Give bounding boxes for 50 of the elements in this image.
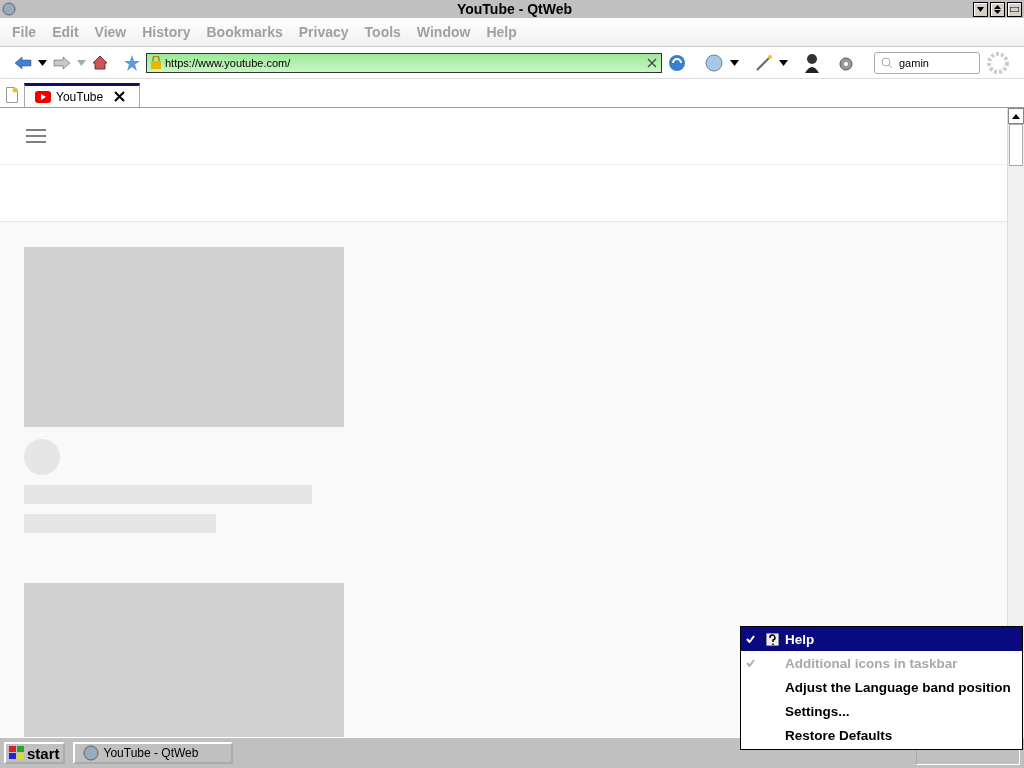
menu-item[interactable]: Privacy	[290, 24, 357, 40]
minimize-button[interactable]	[973, 1, 988, 17]
restore-button[interactable]	[990, 1, 1005, 17]
scroll-up-button[interactable]	[1008, 108, 1024, 124]
menu-item[interactable]: File	[4, 24, 45, 40]
start-button[interactable]: start	[4, 742, 65, 764]
loading-spinner-icon	[986, 50, 1010, 75]
down-triangle-icon	[977, 6, 984, 12]
new-tab-icon[interactable]	[6, 87, 18, 103]
menu-item[interactable]: Restore Defaults	[741, 723, 1022, 747]
dropdown-caret-icon[interactable]	[38, 59, 47, 66]
menu-item[interactable]: Bookmarks	[198, 24, 291, 40]
menu-icon[interactable]	[26, 129, 46, 143]
globe-icon[interactable]	[704, 53, 724, 72]
home-icon[interactable]	[92, 55, 108, 70]
window-title: YouTube - QtWeb	[455, 1, 574, 17]
dropdown-caret-icon[interactable]	[779, 59, 788, 66]
menu-item[interactable]: Help	[478, 24, 525, 40]
menu-item[interactable]: Tools	[356, 24, 409, 40]
taskbar-button[interactable]: YouTube - QtWeb	[72, 742, 233, 764]
magic-wand-icon[interactable]	[755, 53, 773, 72]
menu-item[interactable]: Edit	[44, 24, 87, 40]
menu-item[interactable]: Window	[408, 24, 479, 40]
up-triangle-icon	[1012, 113, 1020, 119]
menu-item[interactable]: Adjust the Language band position	[741, 675, 1022, 699]
menu-item[interactable]: View	[86, 24, 135, 40]
help-icon	[765, 632, 779, 646]
browser-tab[interactable]: YouTube	[24, 83, 141, 107]
menu-item[interactable]: History	[134, 24, 199, 40]
scroll-thumb[interactable]	[1009, 124, 1023, 166]
up-down-arrows-icon	[994, 4, 1001, 14]
search-field[interactable]: gamin	[874, 51, 980, 74]
maximize-button[interactable]	[1007, 1, 1022, 17]
reload-icon[interactable]	[668, 53, 686, 72]
user-icon[interactable]	[804, 52, 820, 73]
windows-logo-icon	[9, 746, 25, 760]
play-logo-icon	[35, 90, 51, 103]
clear-icon[interactable]	[647, 57, 657, 68]
search-icon	[881, 56, 895, 69]
menu-item[interactable]: Settings...	[741, 699, 1022, 723]
back-icon[interactable]	[14, 55, 32, 70]
bar-icon	[1010, 6, 1019, 12]
address-field[interactable]: https://www.youtube.com/	[146, 52, 662, 73]
forward-icon[interactable]	[53, 55, 71, 70]
bookmark-star-icon[interactable]	[124, 54, 140, 71]
app-logo-icon	[82, 745, 99, 761]
app-logo-icon	[2, 2, 16, 16]
dropdown-caret-icon[interactable]	[730, 59, 739, 66]
menu-item[interactable]: Help	[741, 627, 1022, 651]
close-icon[interactable]	[114, 91, 126, 102]
